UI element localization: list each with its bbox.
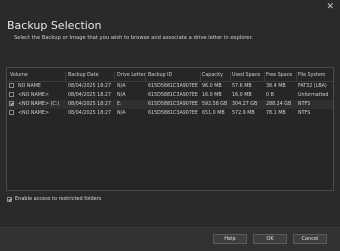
cell-file-system: NTFS: [298, 102, 311, 107]
cell-file-system: Unformatted: [298, 93, 329, 98]
cell-free-space: 0 B: [266, 93, 274, 98]
column-header-backup-date[interactable]: Backup Date: [68, 72, 114, 79]
column-header-volume[interactable]: Volume: [10, 72, 62, 79]
column-divider: [296, 71, 297, 81]
cell-volume: <NO NAME>: [18, 93, 49, 98]
column-header-file-system[interactable]: File System: [298, 72, 334, 79]
cell-volume: <NO NAME> (C:): [18, 102, 60, 107]
row-checkbox[interactable]: [9, 110, 14, 115]
cell-volume: <NO NAME>: [18, 111, 49, 116]
cell-backup-id: 615D5881C3A907EE: [148, 111, 198, 116]
cancel-button[interactable]: Cancel: [293, 234, 327, 244]
table-row[interactable]: <NO NAME> 08/04/2025 18:27 N/A 615D5881C…: [7, 91, 333, 100]
column-header-capacity[interactable]: Capacity: [202, 72, 230, 79]
cell-drive-letter: N/A: [117, 93, 126, 98]
cell-drive-letter: E:: [117, 102, 122, 107]
cell-drive-letter: N/A: [117, 84, 126, 89]
cell-backup-id: 615D5881C3A907EE: [148, 102, 198, 107]
row-checkbox[interactable]: [9, 83, 14, 88]
cell-capacity: 96.0 MB: [202, 84, 222, 89]
cell-backup-id: 615D5881C3A907EE: [148, 93, 198, 98]
table-header: Volume Backup Date Drive Letter Backup I…: [7, 71, 333, 82]
cell-file-system: FAT32 (LBA): [298, 84, 327, 89]
column-divider: [230, 71, 231, 81]
cell-backup-date: 08/04/2025 18:27: [68, 102, 111, 107]
column-divider: [145, 71, 146, 81]
table-row[interactable]: <NO NAME> (C:) 08/04/2025 18:27 E: 615D5…: [7, 100, 333, 109]
column-header-drive-letter[interactable]: Drive Letter: [117, 72, 147, 79]
table-row[interactable]: NO NAME 08/04/2025 18:27 N/A 615D5881C3A…: [7, 82, 333, 91]
dialog-footer: Help OK Cancel: [0, 227, 340, 251]
cell-volume: NO NAME: [18, 84, 41, 89]
cell-file-system: NTFS: [298, 111, 311, 116]
help-button[interactable]: Help: [213, 234, 247, 244]
column-divider: [264, 71, 265, 81]
cell-used-space: 16.0 MB: [232, 93, 252, 98]
cell-backup-date: 08/04/2025 18:27: [68, 93, 111, 98]
row-checkbox[interactable]: [9, 101, 14, 106]
cell-used-space: 304.27 GB: [232, 102, 258, 107]
restricted-folders-checkbox[interactable]: [7, 197, 12, 202]
dialog-subtitle: Select the Backup or Image that you wish…: [14, 35, 253, 41]
cell-backup-date: 08/04/2025 18:27: [68, 84, 111, 89]
backup-table: Volume Backup Date Drive Letter Backup I…: [6, 67, 334, 191]
restricted-folders-label: Enable access to restricted folders: [15, 196, 102, 202]
cell-drive-letter: N/A: [117, 111, 126, 116]
cell-free-space: 288.24 GB: [266, 102, 292, 107]
cell-free-space: 78.1 MB: [266, 111, 286, 116]
ok-button[interactable]: OK: [253, 234, 287, 244]
cell-capacity: 592.58 GB: [202, 102, 228, 107]
cell-capacity: 16.0 MB: [202, 93, 222, 98]
column-header-free-space[interactable]: Free Space: [266, 72, 296, 79]
cell-backup-id: 615D5881C3A907EE: [148, 84, 198, 89]
close-icon[interactable]: ✕: [326, 2, 334, 12]
column-divider: [65, 71, 66, 81]
column-divider: [200, 71, 201, 81]
cell-capacity: 651.0 MB: [202, 111, 225, 116]
dialog-title: Backup Selection: [7, 19, 102, 32]
row-checkbox[interactable]: [9, 92, 14, 97]
cell-free-space: 38.4 MB: [266, 84, 286, 89]
column-header-backup-id[interactable]: Backup ID: [148, 72, 200, 79]
backup-selection-dialog: ✕ Backup Selection Select the Backup or …: [0, 0, 340, 251]
cell-used-space: 572.9 MB: [232, 111, 255, 116]
cell-used-space: 57.6 MB: [232, 84, 252, 89]
column-header-used-space[interactable]: Used Space: [232, 72, 264, 79]
cell-backup-date: 08/04/2025 18:27: [68, 111, 111, 116]
column-divider: [114, 71, 115, 81]
table-row[interactable]: <NO NAME> 08/04/2025 18:27 N/A 615D5881C…: [7, 109, 333, 118]
